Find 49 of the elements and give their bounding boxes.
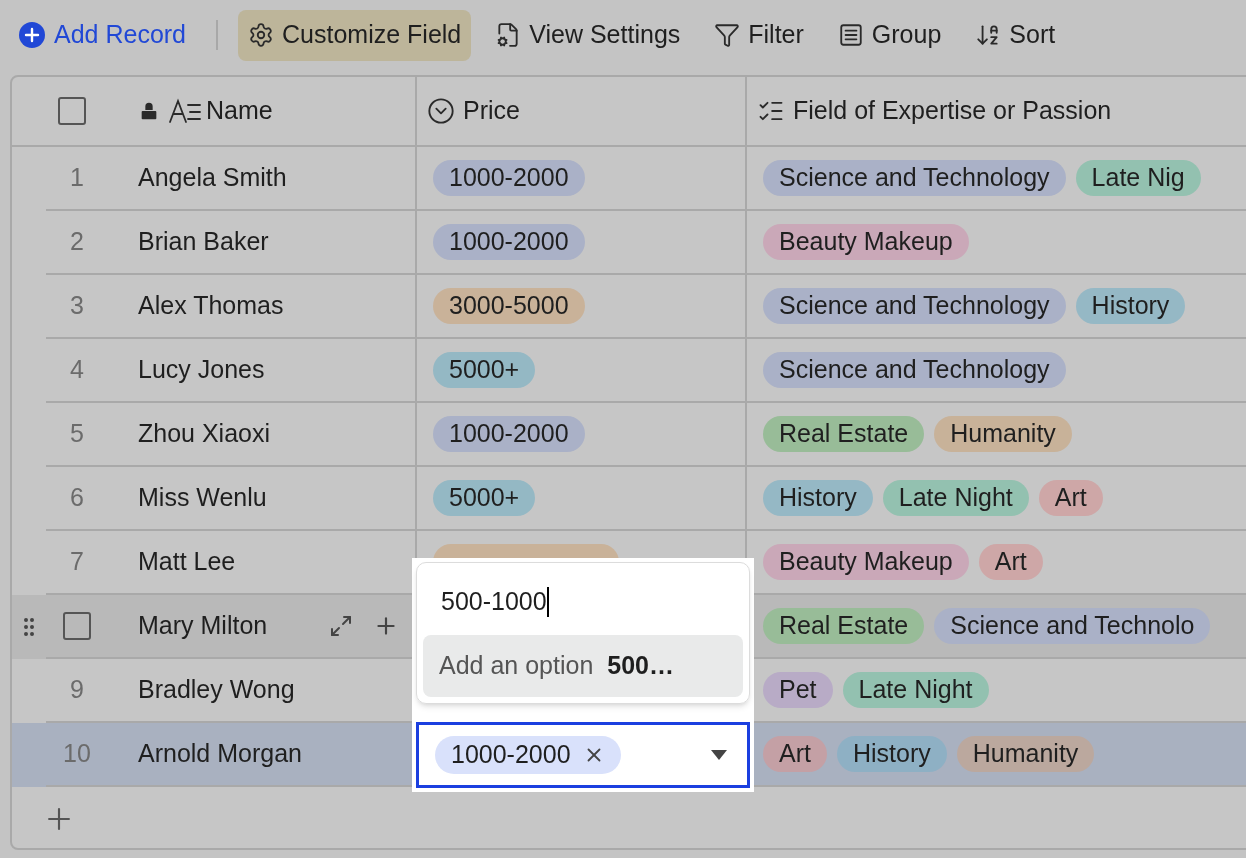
name-cell-text: Miss Wenlu: [138, 482, 267, 514]
option-tag: Real Estate: [763, 416, 925, 452]
row-number: 6: [70, 482, 84, 514]
option-tag: Science and Technology: [763, 160, 1066, 196]
option-tag: Humanity: [934, 416, 1072, 452]
row-number: 1: [70, 162, 84, 194]
option-tag: 5000+: [433, 480, 536, 516]
option-tag: 1000-2000: [433, 224, 585, 260]
name-cell-text: Brian Baker: [138, 226, 269, 258]
row-number: 3: [70, 290, 84, 322]
option-tag: 3000-5000: [433, 288, 585, 324]
row-number: 2: [70, 226, 84, 258]
column-header: Name: [206, 95, 273, 127]
option-tag: Beauty Makeup: [763, 544, 969, 580]
option-tag: Art: [763, 736, 827, 772]
option-tag: Art: [978, 544, 1043, 580]
option-tag: Late Night: [842, 672, 989, 708]
option-tag: 1000-2000: [433, 160, 585, 196]
option-tag: Humanity: [956, 736, 1095, 772]
name-cell-text: Lucy Jones: [138, 354, 265, 386]
name-cell-text: Angela Smith: [138, 162, 287, 194]
option-tag: History: [836, 736, 947, 772]
name-cell-text: Matt Lee: [138, 546, 236, 578]
option-tag: Beauty Makeup: [763, 224, 969, 260]
option-tag: 1000-2000: [433, 416, 585, 452]
option-tag: Science and Technology: [763, 288, 1066, 324]
name-cell-text: Zhou Xiaoxi: [138, 418, 271, 450]
column-header: Field of Expertise or Passion: [793, 95, 1112, 127]
option-tag: Late Nig: [1075, 160, 1201, 196]
row-number: 10: [63, 738, 91, 770]
name-cell-text: Mary Milton: [138, 610, 268, 642]
row-number: 7: [70, 546, 84, 578]
name-cell-text: Alex Thomas: [138, 290, 284, 322]
name-cell-text: Bradley Wong: [138, 674, 295, 706]
option-tag: 5000+: [433, 352, 536, 388]
option-tag: History: [763, 480, 873, 516]
row-number: 9: [70, 674, 84, 706]
selected-tag: 1000-2000: [435, 736, 621, 774]
option-tag: Pet: [763, 672, 833, 708]
name-cell-text: Arnold Morgan: [138, 738, 302, 770]
option-tag: Science and Technology: [763, 352, 1066, 388]
row-number: 5: [70, 418, 84, 450]
option-tag: History: [1075, 288, 1186, 324]
option-tag: Art: [1038, 480, 1103, 516]
row-number: 4: [70, 354, 84, 386]
column-header: Price: [463, 95, 520, 127]
option-tag: Real Estate: [763, 608, 925, 644]
option-tag: Late Night: [882, 480, 1029, 516]
option-tag: Science and Technolo: [934, 608, 1211, 644]
